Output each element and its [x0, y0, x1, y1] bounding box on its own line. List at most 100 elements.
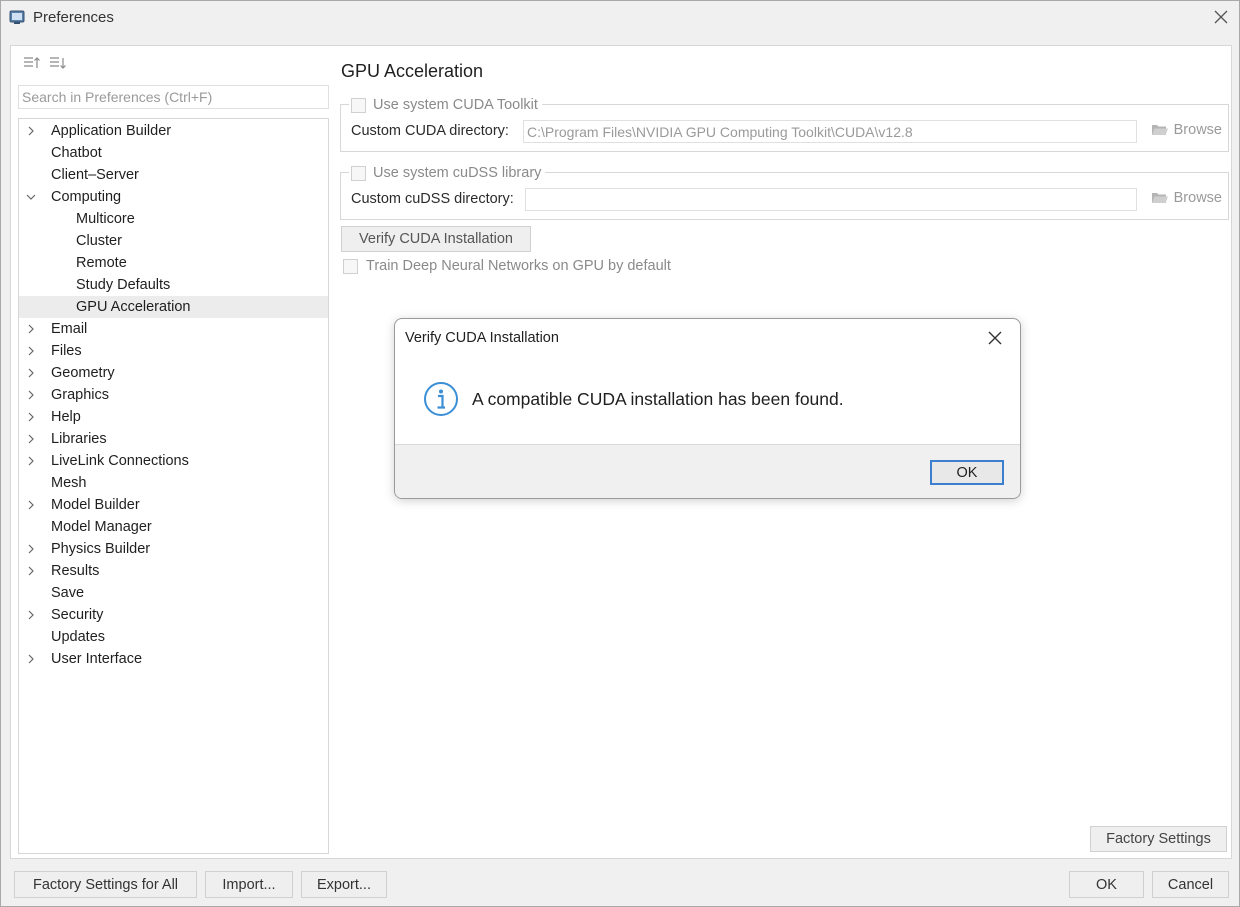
tree-item-libraries[interactable]: Libraries — [19, 428, 328, 450]
folder-icon — [1151, 193, 1168, 203]
verify-cuda-button[interactable]: Verify CUDA Installation — [341, 226, 531, 252]
tree-item-computing[interactable]: Computing — [19, 186, 328, 208]
cudss-directory-label: Custom cuDSS directory: — [351, 191, 514, 207]
tree-item-label: Chatbot — [51, 145, 102, 161]
tree-item-label: GPU Acceleration — [76, 299, 191, 315]
cuda-directory-label: Custom CUDA directory: — [351, 123, 509, 139]
cuda-directory-input[interactable] — [523, 120, 1137, 143]
page-title: GPU Acceleration — [341, 61, 484, 81]
tree-item-label: Libraries — [51, 431, 107, 447]
tree-item-label: Client–Server — [51, 167, 139, 183]
tree-item-graphics[interactable]: Graphics — [19, 384, 328, 406]
tree-item-geometry[interactable]: Geometry — [19, 362, 328, 384]
search-input[interactable] — [18, 85, 329, 109]
tree-item-email[interactable]: Email — [19, 318, 328, 340]
tree-item-remote[interactable]: Remote — [19, 252, 328, 274]
window-title: Preferences — [33, 9, 114, 26]
tree-item-label: Mesh — [51, 475, 87, 491]
tree-item-chatbot[interactable]: Chatbot — [19, 142, 328, 164]
tree-item-label: LiveLink Connections — [51, 453, 189, 469]
dialog-title: Verify CUDA Installation — [405, 330, 559, 346]
chevron-right-icon[interactable] — [25, 432, 37, 446]
tree-item-multicore[interactable]: Multicore — [19, 208, 328, 230]
tree-item-label: Files — [51, 343, 82, 359]
train-dnn-row: Train Deep Neural Networks on GPU by def… — [343, 258, 671, 274]
tree-item-model-manager[interactable]: Model Manager — [19, 516, 328, 538]
tree-item-label: Application Builder — [51, 123, 172, 139]
tree-item-label: Security — [51, 607, 104, 623]
tree-item-user-interface[interactable]: User Interface — [19, 648, 328, 670]
sort-ascending-icon[interactable] — [23, 56, 41, 70]
tree-item-updates[interactable]: Updates — [19, 626, 328, 648]
train-dnn-gpu-checkbox[interactable] — [343, 258, 358, 274]
chevron-right-icon[interactable] — [25, 344, 37, 358]
use-system-cudss-checkbox[interactable] — [351, 165, 366, 181]
tree-item-model-builder[interactable]: Model Builder — [19, 494, 328, 516]
close-icon[interactable] — [1211, 7, 1231, 27]
tree-item-label: Geometry — [51, 365, 115, 381]
tree-item-mesh[interactable]: Mesh — [19, 472, 328, 494]
tree-item-study-defaults[interactable]: Study Defaults — [19, 274, 328, 296]
tree-item-gpu-acceleration[interactable]: GPU Acceleration — [19, 296, 328, 318]
dialog-footer: OK — [395, 444, 1020, 498]
tree-item-label: Email — [51, 321, 88, 337]
chevron-down-icon[interactable] — [25, 190, 37, 204]
tree-item-label: User Interface — [51, 651, 143, 667]
chevron-right-icon[interactable] — [25, 608, 37, 622]
ok-button[interactable]: OK — [1069, 871, 1144, 898]
tree-item-client-server[interactable]: Client–Server — [19, 164, 328, 186]
tree-item-label: Study Defaults — [76, 277, 171, 293]
train-dnn-gpu-label: Train Deep Neural Networks on GPU by def… — [366, 258, 671, 274]
tree-item-security[interactable]: Security — [19, 604, 328, 626]
sort-descending-icon[interactable] — [49, 56, 67, 70]
tree-item-label: Updates — [51, 629, 106, 645]
cuda-toolkit-group: Use system CUDA Toolkit Custom CUDA dire… — [340, 95, 1229, 152]
cudss-library-group: Use system cuDSS library Custom cuDSS di… — [340, 163, 1229, 220]
verify-cuda-dialog: Verify CUDA Installation A compatible CU… — [394, 318, 1021, 499]
use-system-cudss-label: Use system cuDSS library — [373, 165, 542, 181]
chevron-right-icon[interactable] — [25, 388, 37, 402]
import-button[interactable]: Import... — [205, 871, 293, 898]
folder-icon — [1151, 125, 1168, 135]
tree-item-results[interactable]: Results — [19, 560, 328, 582]
cuda-browse-button[interactable]: Browse — [1151, 122, 1222, 138]
tree-item-save[interactable]: Save — [19, 582, 328, 604]
cudss-directory-input[interactable] — [525, 188, 1137, 211]
chevron-right-icon[interactable] — [25, 564, 37, 578]
cudss-browse-button[interactable]: Browse — [1151, 190, 1222, 206]
app-icon — [9, 10, 25, 24]
export-button[interactable]: Export... — [301, 871, 387, 898]
tree-item-cluster[interactable]: Cluster — [19, 230, 328, 252]
chevron-right-icon[interactable] — [25, 124, 37, 138]
factory-settings-button[interactable]: Factory Settings — [1090, 826, 1227, 852]
chevron-right-icon[interactable] — [25, 542, 37, 556]
cuda-browse-label: Browse — [1173, 122, 1222, 138]
use-system-cuda-label: Use system CUDA Toolkit — [373, 97, 538, 113]
dialog-ok-button[interactable]: OK — [930, 460, 1004, 485]
tree-item-files[interactable]: Files — [19, 340, 328, 362]
tree-item-label: Remote — [76, 255, 127, 271]
close-icon[interactable] — [986, 329, 1004, 347]
cuda-toolkit-legend: Use system CUDA Toolkit — [349, 95, 542, 115]
chevron-right-icon[interactable] — [25, 498, 37, 512]
cudss-library-legend: Use system cuDSS library — [349, 163, 546, 183]
tree-item-application-builder[interactable]: Application Builder — [19, 120, 328, 142]
chevron-right-icon[interactable] — [25, 454, 37, 468]
tree-item-livelink-connections[interactable]: LiveLink Connections — [19, 450, 328, 472]
tree-item-label: Help — [51, 409, 81, 425]
tree-item-physics-builder[interactable]: Physics Builder — [19, 538, 328, 560]
tree-item-label: Results — [51, 563, 100, 579]
chevron-right-icon[interactable] — [25, 366, 37, 380]
tree-item-help[interactable]: Help — [19, 406, 328, 428]
dialog-message: A compatible CUDA installation has been … — [472, 389, 844, 409]
chevron-right-icon[interactable] — [25, 652, 37, 666]
tree-item-label: Graphics — [51, 387, 110, 403]
factory-settings-all-button[interactable]: Factory Settings for All — [14, 871, 197, 898]
title-bar: Preferences — [1, 1, 1239, 35]
use-system-cuda-checkbox[interactable] — [351, 97, 366, 113]
cancel-button[interactable]: Cancel — [1152, 871, 1229, 898]
tree-item-label: Physics Builder — [51, 541, 151, 557]
chevron-right-icon[interactable] — [25, 322, 37, 336]
info-icon — [424, 382, 458, 416]
chevron-right-icon[interactable] — [25, 410, 37, 424]
